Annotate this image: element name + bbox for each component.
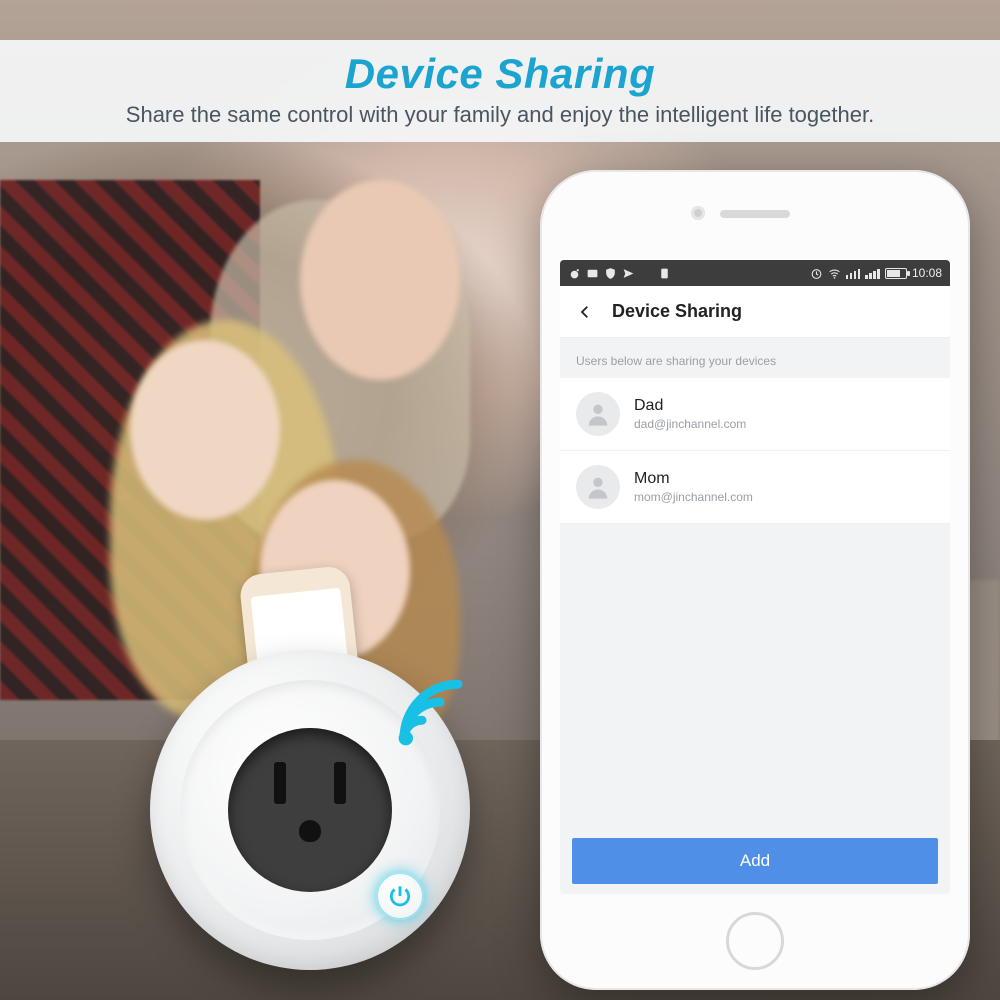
user-email: dad@jinchannel.com: [634, 417, 746, 431]
screen-title: Device Sharing: [612, 301, 742, 322]
download-icon: [640, 267, 653, 280]
person-icon: [584, 400, 612, 428]
wifi-icon: [386, 668, 476, 758]
earpiece: [720, 210, 790, 218]
smart-plug-product: [150, 650, 470, 970]
image-icon: [586, 267, 599, 280]
avatar: [576, 465, 620, 509]
arrow-left-icon: [576, 303, 594, 321]
content-spacer: [560, 524, 950, 828]
promo-scene: Device Sharing Share the same control wi…: [0, 0, 1000, 1000]
timer-icon: [810, 267, 823, 280]
weibo-icon: [568, 267, 581, 280]
sim-icon: [658, 267, 671, 280]
add-button[interactable]: Add: [572, 838, 938, 884]
list-item[interactable]: Dad dad@jinchannel.com: [560, 378, 950, 451]
signal-bars-1: [846, 267, 861, 279]
app-header: Device Sharing: [560, 286, 950, 338]
headline-subtitle: Share the same control with your family …: [24, 102, 976, 128]
headline-title: Device Sharing: [24, 50, 976, 98]
user-email: mom@jinchannel.com: [634, 490, 753, 504]
wifi-status-icon: [828, 267, 841, 280]
bottom-bar: Add: [560, 828, 950, 894]
app-screen: 10:08 Device Sharing Users below are sha…: [560, 260, 950, 894]
shared-users-list: Dad dad@jinchannel.com Mom mom@jinchanne…: [560, 378, 950, 524]
power-icon: [387, 883, 413, 909]
shield-icon: [604, 267, 617, 280]
back-button[interactable]: [572, 299, 598, 325]
status-bar: 10:08: [560, 260, 950, 286]
headline-banner: Device Sharing Share the same control wi…: [0, 40, 1000, 142]
send-icon: [622, 267, 635, 280]
home-button[interactable]: [726, 912, 784, 970]
user-name: Mom: [634, 470, 753, 488]
signal-bars-2: [865, 267, 880, 279]
phone-mockup: 10:08 Device Sharing Users below are sha…: [540, 170, 970, 990]
front-camera: [691, 206, 705, 220]
person-icon: [584, 473, 612, 501]
avatar: [576, 392, 620, 436]
power-button: [376, 872, 424, 920]
battery-icon: [885, 268, 907, 279]
status-time: 10:08: [912, 266, 942, 280]
sharing-hint: Users below are sharing your devices: [560, 338, 950, 378]
list-item[interactable]: Mom mom@jinchannel.com: [560, 451, 950, 524]
user-name: Dad: [634, 397, 746, 415]
